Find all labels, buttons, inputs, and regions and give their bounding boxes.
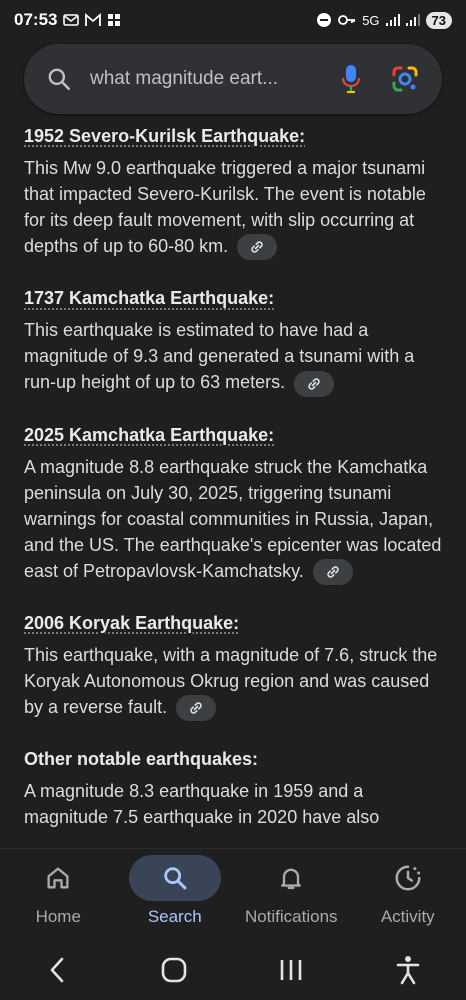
accessibility-icon[interactable] xyxy=(395,955,421,985)
gmail-icon xyxy=(85,13,102,26)
nav-notifications[interactable]: Notifications xyxy=(233,855,349,927)
bell-icon xyxy=(281,868,302,890)
section-title[interactable]: 2025 Kamchatka Earthquake: xyxy=(24,425,274,446)
section-text: A magnitude 8.8 earthquake struck the Ka… xyxy=(24,454,444,585)
result-section: 1737 Kamchatka Earthquake: This earthqua… xyxy=(24,282,444,397)
lens-search-button[interactable] xyxy=(390,64,420,94)
nav-activity[interactable]: Activity xyxy=(350,855,466,927)
nav-activity-label: Activity xyxy=(380,907,435,926)
back-icon[interactable] xyxy=(45,955,69,985)
search-icon xyxy=(164,867,187,890)
system-nav-bar xyxy=(0,940,466,1000)
search-query[interactable]: what magnitude eart... xyxy=(90,68,312,90)
results-content: 1952 Severo-Kurilsk Earthquake: This Mw … xyxy=(24,120,444,848)
section-text: A magnitude 8.3 earthquake in 1959 and a… xyxy=(24,781,380,827)
section-title[interactable]: 1952 Severo-Kurilsk Earthquake: xyxy=(24,126,305,147)
signal-icon xyxy=(385,14,400,26)
result-section: 2006 Koryak Earthquake: This earthquake,… xyxy=(24,607,444,721)
source-link-button[interactable] xyxy=(237,234,278,261)
nav-home[interactable]: Home xyxy=(0,855,116,927)
section-title[interactable]: 1737 Kamchatka Earthquake: xyxy=(24,288,274,309)
nav-search-label: Search xyxy=(147,907,202,926)
section-title: Other notable earthquakes: xyxy=(24,749,259,769)
result-section: 1952 Severo-Kurilsk Earthquake: This Mw … xyxy=(24,120,444,261)
mic-icon xyxy=(341,65,361,94)
section-title[interactable]: 2006 Koryak Earthquake: xyxy=(24,613,239,634)
voice-search-button[interactable] xyxy=(336,64,366,94)
link-icon xyxy=(190,702,202,714)
grid-icon xyxy=(108,14,121,26)
section-text: This Mw 9.0 earthquake triggered a major… xyxy=(24,155,444,261)
section-text: This earthquake, with a magnitude of 7.6… xyxy=(24,642,444,721)
home-icon xyxy=(47,867,69,889)
battery-indicator: 73 xyxy=(425,11,452,29)
source-link-button[interactable] xyxy=(312,558,353,585)
nav-search[interactable]: Search xyxy=(117,855,233,927)
mail-icon xyxy=(63,14,80,26)
do-not-disturb-icon xyxy=(317,13,332,27)
result-section: 2025 Kamchatka Earthquake: A magnitude 8… xyxy=(24,419,444,585)
link-icon xyxy=(327,566,339,578)
nav-notifications-label: Notifications xyxy=(244,907,338,926)
search-icon xyxy=(48,68,71,91)
activity-icon xyxy=(395,865,421,891)
search-bar[interactable]: what magnitude eart... xyxy=(24,44,442,114)
network-type: 5G xyxy=(362,12,380,28)
lens-icon xyxy=(392,66,418,92)
result-section: Other notable earthquakes: A magnitude 8… xyxy=(24,743,444,830)
status-time: 07:53 xyxy=(14,10,58,29)
link-icon xyxy=(251,241,263,253)
key-icon xyxy=(338,15,356,25)
section-text: This earthquake is estimated to have had… xyxy=(24,317,444,397)
source-link-button[interactable] xyxy=(294,370,335,397)
nav-home-label: Home xyxy=(35,907,81,926)
signal-icon-2 xyxy=(405,14,420,26)
source-link-button[interactable] xyxy=(176,695,217,721)
home-button-icon[interactable] xyxy=(160,956,188,984)
recents-icon[interactable] xyxy=(278,957,304,983)
link-icon xyxy=(308,377,320,390)
status-bar: 07:53 5G 73 xyxy=(0,0,466,40)
bottom-nav: Home Search Notifications Activity xyxy=(0,848,466,940)
